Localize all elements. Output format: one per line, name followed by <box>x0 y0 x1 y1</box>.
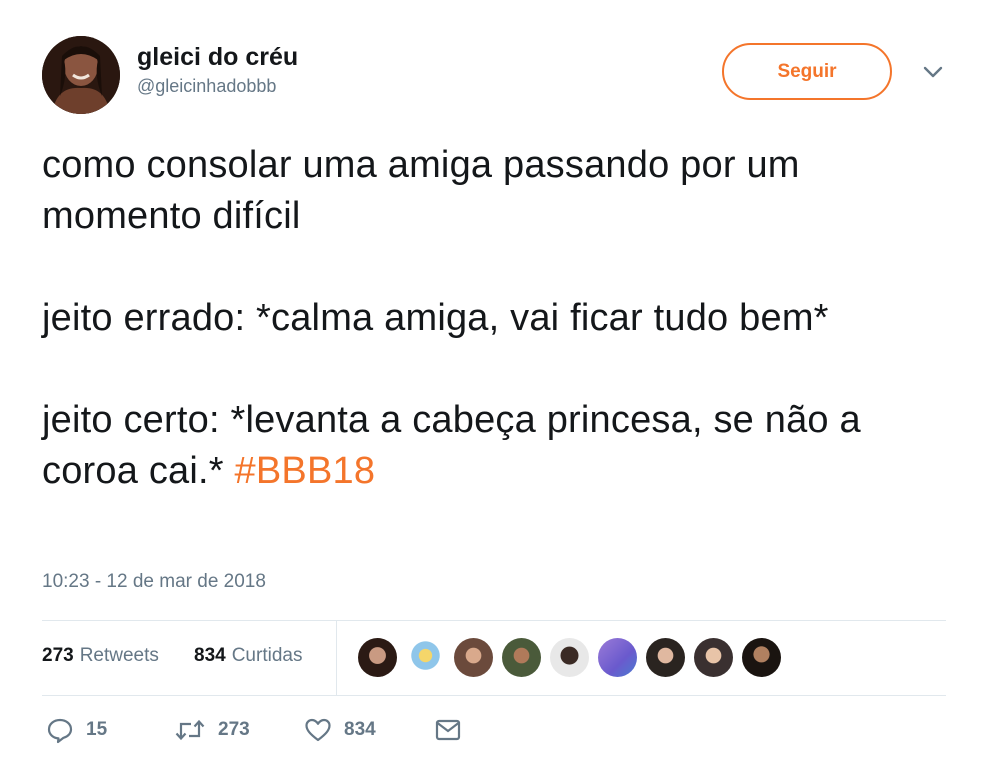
liker-avatar[interactable] <box>502 638 541 677</box>
likers-avatars <box>358 638 781 677</box>
liker-avatar[interactable] <box>454 638 493 677</box>
retweets-count: 273 <box>42 645 74 666</box>
avatar[interactable] <box>42 36 120 114</box>
like-count: 834 <box>344 719 376 740</box>
retweet-button[interactable]: 273 <box>174 716 250 744</box>
divider <box>42 695 946 696</box>
stats-separator <box>336 621 337 695</box>
tweet-card: gleici do créu @gleicinhadobbb Seguir co… <box>0 0 984 776</box>
tweet-paragraph: como consolar uma amiga passando por um … <box>42 144 800 237</box>
tweet-paragraph-last: jeito certo: *levanta a cabeça princesa,… <box>42 395 942 497</box>
reply-count: 15 <box>86 719 108 740</box>
direct-message-icon <box>434 716 462 744</box>
retweet-icon <box>174 716 206 744</box>
tweet-stats: 273 Retweets 834 Curtidas <box>42 621 946 695</box>
like-button[interactable]: 834 <box>304 716 376 744</box>
user-handle[interactable]: @gleicinhadobbb <box>137 74 298 98</box>
reply-icon <box>46 716 74 744</box>
direct-message-button[interactable] <box>434 716 462 744</box>
liker-avatar[interactable] <box>550 638 589 677</box>
caret-down-icon[interactable] <box>920 62 946 82</box>
tweet-paragraph-text: jeito certo: *levanta a cabeça princesa,… <box>42 399 861 492</box>
liker-avatar[interactable] <box>358 638 397 677</box>
reply-button[interactable]: 15 <box>46 716 107 744</box>
user-info: gleici do créu @gleicinhadobbb <box>137 42 298 98</box>
liker-avatar[interactable] <box>646 638 685 677</box>
display-name[interactable]: gleici do créu <box>137 42 298 72</box>
retweet-count: 273 <box>218 719 250 740</box>
liker-avatar[interactable] <box>406 638 445 677</box>
likes-count: 834 <box>194 645 226 666</box>
liker-avatar[interactable] <box>694 638 733 677</box>
follow-button[interactable]: Seguir <box>722 43 892 100</box>
retweets-label: Retweets <box>79 645 159 666</box>
tweet-paragraph: jeito errado: *calma amiga, vai ficar tu… <box>42 297 829 339</box>
likes-stat[interactable]: 834 Curtidas <box>194 645 302 667</box>
heart-icon <box>304 716 332 744</box>
liker-avatar[interactable] <box>598 638 637 677</box>
tweet-text: como consolar uma amiga passando por um … <box>42 140 942 497</box>
retweets-stat[interactable]: 273 Retweets <box>42 645 159 667</box>
liker-avatar[interactable] <box>742 638 781 677</box>
tweet-actions: 15 273 834 <box>42 712 946 756</box>
hashtag-link[interactable]: #BBB18 <box>235 450 376 492</box>
likes-label: Curtidas <box>231 645 303 666</box>
tweet-timestamp[interactable]: 10:23 - 12 de mar de 2018 <box>42 571 266 593</box>
